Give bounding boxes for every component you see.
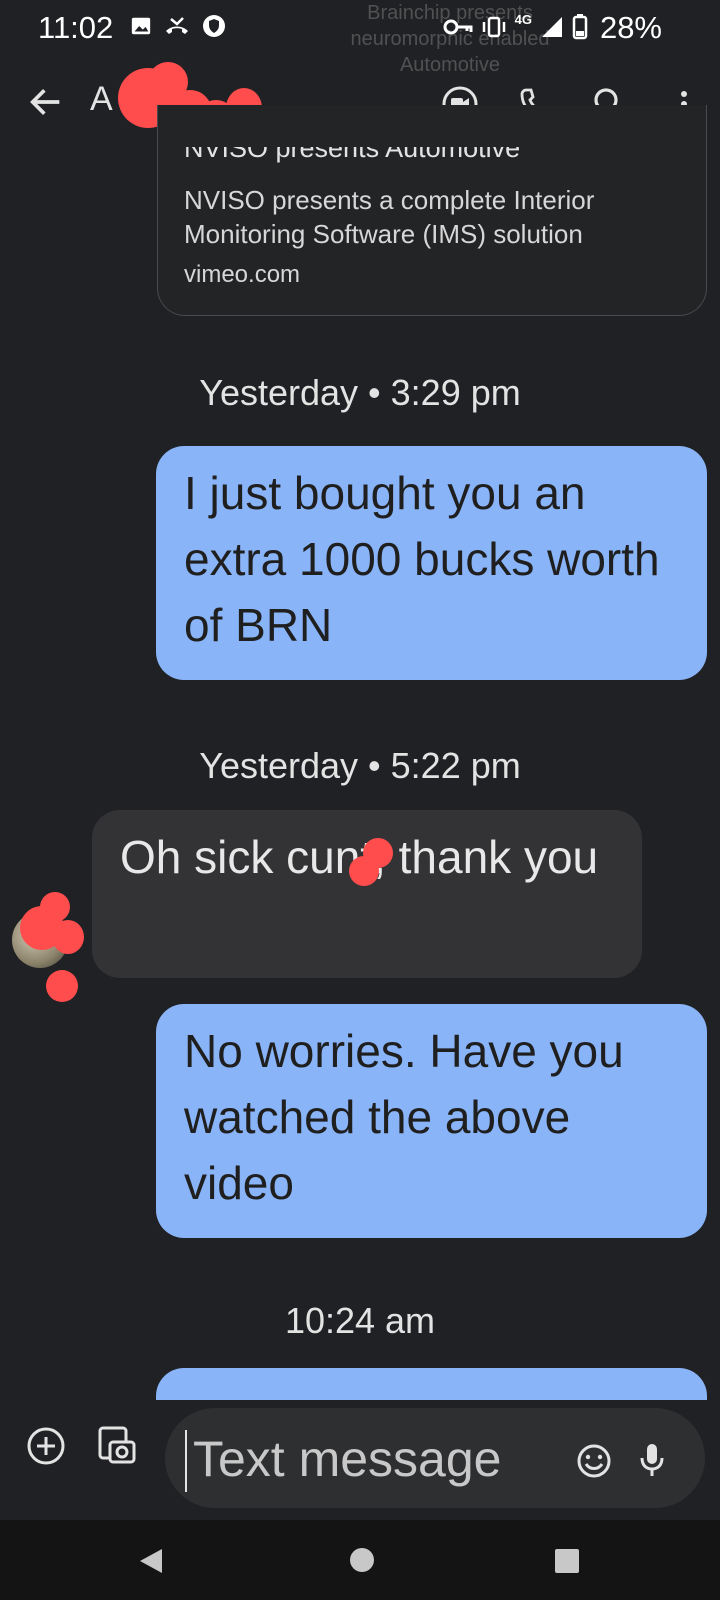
- outgoing-message-bubble[interactable]: No worries. Have you watched the above v…: [156, 1004, 707, 1238]
- system-icons: 4G: [443, 11, 588, 40]
- vpn-key-icon: [443, 19, 473, 35]
- link-preview-domain: vimeo.com: [184, 261, 301, 288]
- message-timestamp: 10:24 am: [284, 1300, 436, 1341]
- link-preview-title: NVISO presents Automotive: [184, 133, 521, 163]
- text-cursor: [185, 1430, 187, 1492]
- back-arrow-icon[interactable]: [26, 82, 66, 122]
- nav-home-icon[interactable]: [348, 1546, 376, 1574]
- outgoing-message-bubble[interactable]: I just bought you an extra 1000 bucks wo…: [156, 446, 707, 680]
- nav-back-icon[interactable]: [136, 1546, 166, 1576]
- shield-app-icon: [203, 15, 225, 37]
- network-type: 4G: [514, 11, 532, 27]
- redaction-mark: [345, 838, 405, 898]
- notification-icons: [130, 14, 226, 38]
- nav-recents-icon[interactable]: [554, 1548, 580, 1574]
- image-icon: [131, 17, 151, 35]
- battery-percent: 28%: [599, 10, 662, 45]
- vibrate-icon: [482, 16, 505, 38]
- message-timestamp: Yesterday • 3:29 pm: [199, 372, 521, 413]
- add-attachment-icon[interactable]: [26, 1426, 66, 1466]
- status-bar: Brainchip presents neuromorphic enabled …: [0, 0, 720, 76]
- battery-icon: [572, 14, 588, 40]
- microphone-icon[interactable]: [637, 1440, 667, 1480]
- navigation-bar: [0, 1520, 720, 1600]
- text-message-input[interactable]: Text message: [165, 1408, 705, 1508]
- gallery-camera-icon[interactable]: [96, 1424, 138, 1468]
- compose-placeholder: Text message: [193, 1431, 502, 1487]
- redaction-mark: [20, 892, 90, 1002]
- compose-bar: Text message: [0, 1400, 720, 1508]
- missed-call-icon: [166, 17, 188, 34]
- link-preview-card[interactable]: NVISO presents Automotive NVISO presents…: [157, 105, 707, 316]
- link-preview-description: NVISO presents a complete Interior Monit…: [184, 185, 595, 249]
- status-time: 11:02: [38, 10, 114, 45]
- emoji-icon[interactable]: [575, 1442, 613, 1480]
- message-timestamp: Yesterday • 5:22 pm: [199, 745, 521, 786]
- signal-icon: [542, 17, 562, 37]
